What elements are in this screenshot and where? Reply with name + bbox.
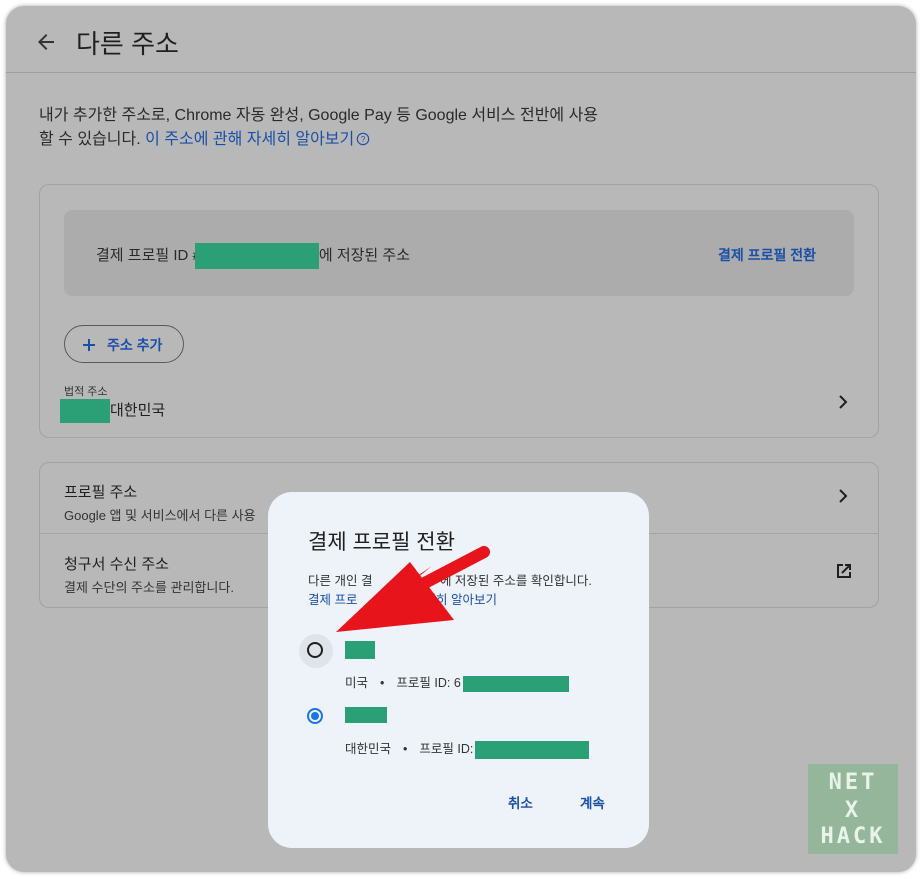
dialog-description: 다른 개인 결 에 저장된 주소를 확인합니다. 결제 프로 자세히 알아보기 [308,572,628,610]
profile-id-suffix: 에 저장된 주소 [318,246,410,264]
switch-profile-dialog: 결제 프로필 전환 다른 개인 결 에 저장된 주소를 확인합니다. 결제 프로… [268,492,649,848]
option-profile-id: 프로필 ID: 6 [396,676,461,690]
header: 다른 주소 [6,6,916,73]
profile-option-radio-kr[interactable] [307,708,323,724]
profile-option-meta-us: 미국 • 프로필 ID: 6 [345,672,569,692]
redacted-address [60,399,110,424]
add-address-button[interactable]: 주소 추가 [64,325,184,363]
profile-id-prefix: 결제 프로필 ID # [96,246,201,264]
dialog-desc-part1: 다른 개인 결 [308,574,373,588]
option-country: 대한민국 [345,742,392,756]
profile-address-title[interactable]: 프로필 주소 [64,481,137,502]
profile-option-radio-us[interactable] [307,642,323,658]
option-country: 미국 [345,676,369,690]
profile-address-subtitle: Google 앱 및 서비스에서 다른 사용 [64,508,256,523]
watermark-line3: HACK [820,824,886,849]
dialog-title: 결제 프로필 전환 [308,531,455,554]
option-profile-id: 프로필 ID: [419,742,474,756]
legal-address-country: 대한민국 [110,402,166,419]
watermark-line2: X [844,798,862,823]
add-address-label: 주소 추가 [107,337,163,353]
learn-more-link[interactable]: 이 주소에 관해 자세히 알아보기 [145,131,354,148]
redacted-profile-id [462,675,569,692]
dialog-learn-more-part2[interactable]: 자세히 알아보기 [413,593,497,607]
payment-profile-text: 결제 프로필 ID # 에 저장된 주소 [96,243,410,269]
watermark-line1: NET [828,770,878,795]
page-title: 다른 주소 [76,29,179,59]
back-arrow-icon[interactable] [34,30,58,54]
page-frame: 다른 주소 내가 추가한 주소로, Chrome 자동 완성, Google P… [6,6,916,872]
redacted-profile-name [345,707,387,723]
payment-profile-box: 결제 프로필 ID # 에 저장된 주소 결제 프로필 전환 [64,210,854,296]
dialog-desc-part2: 에 저장된 주소를 확인합니다. [439,574,592,588]
profile-option-meta-kr: 대한민국 • 프로필 ID: [345,738,590,759]
continue-button[interactable]: 계속 [580,792,605,812]
chevron-right-icon[interactable] [836,395,850,409]
chevron-right-icon[interactable] [836,489,850,503]
dialog-learn-more-part1[interactable]: 결제 프로 [308,593,357,607]
help-icon[interactable]: ? [356,132,370,146]
page-description: 내가 추가한 주소로, Chrome 자동 완성, Google Pay 등 G… [39,104,599,152]
watermark-logo: NET X HACK [808,764,898,854]
legal-address-label: 법적 주소 [64,386,108,398]
redacted-profile-id [475,740,590,759]
svg-text:?: ? [361,135,366,144]
addresses-card: 결제 프로필 ID # 에 저장된 주소 결제 프로필 전환 주소 추가 법적 주… [39,184,879,438]
redacted-profile-name [345,641,375,659]
plus-icon [83,339,95,351]
open-in-new-icon[interactable] [834,561,854,581]
billing-address-title[interactable]: 청구서 수신 주소 [64,553,169,574]
cancel-button[interactable]: 취소 [508,792,533,812]
redacted-profile-id [194,243,319,269]
billing-address-subtitle: 결제 수단의 주소를 관리합니다. [64,580,234,595]
legal-address-value[interactable]: 대한민국 [60,399,166,424]
switch-profile-link[interactable]: 결제 프로필 전환 [718,245,816,265]
